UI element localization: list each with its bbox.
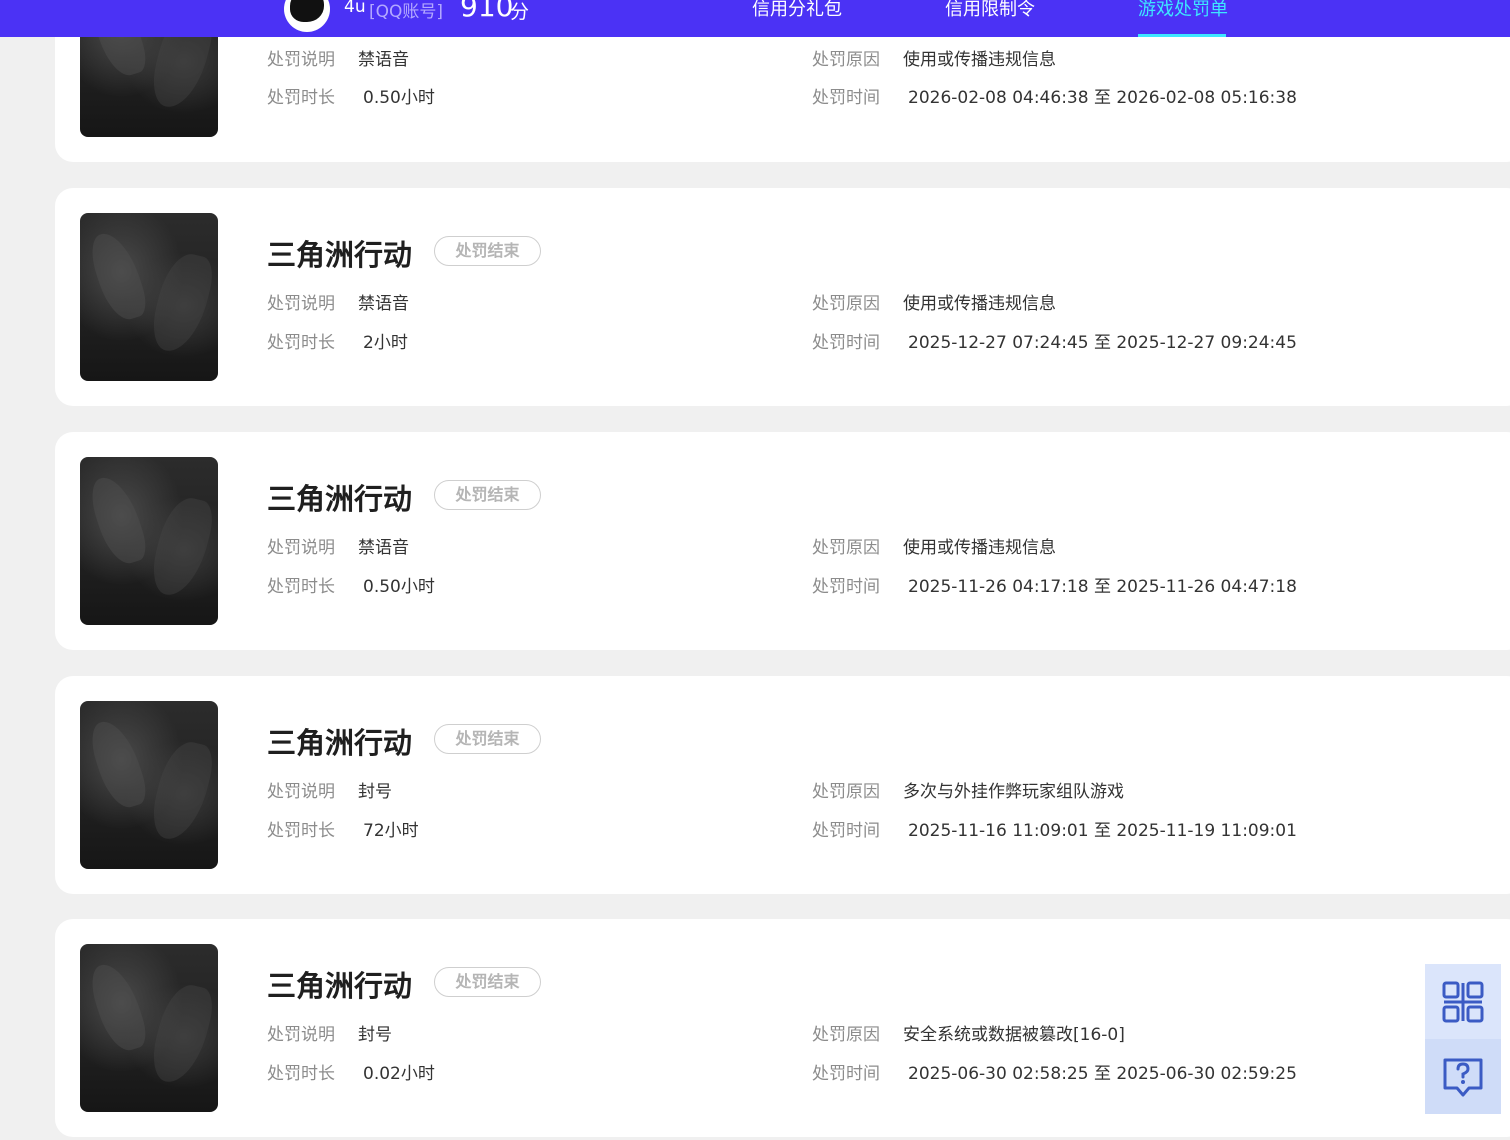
status-badge: 处罚结束	[434, 236, 541, 266]
penalty-reason-value: 多次与外挂作弊玩家组队游戏	[903, 782, 1124, 802]
penalty-record-card: 三角洲行动 处罚结束 处罚说明 封号 处罚时长 0.02小时 处罚原因 安全系统…	[55, 919, 1510, 1137]
penalty-duration-label: 处罚时长	[267, 1064, 335, 1084]
tab-game-penalty[interactable]: 游戏处罚单	[1138, 0, 1228, 21]
penalty-time-value: 2026-02-08 04:46:38 至 2026-02-08 05:16:3…	[908, 88, 1297, 108]
penalty-time-value: 2025-11-26 04:17:18 至 2025-11-26 04:47:1…	[908, 577, 1297, 597]
game-title: 三角洲行动	[267, 726, 413, 760]
penalty-desc-value: 封号	[358, 1025, 392, 1045]
game-thumbnail	[80, 457, 218, 625]
help-feedback-button[interactable]	[1425, 1039, 1501, 1114]
penalty-time-value: 2025-12-27 07:24:45 至 2025-12-27 09:24:4…	[908, 333, 1297, 353]
tab-credit-restriction[interactable]: 信用限制令	[945, 0, 1035, 21]
penalty-reason-label: 处罚原因	[812, 782, 880, 802]
penalty-desc-value: 封号	[358, 782, 392, 802]
floating-side-toolbar	[1425, 964, 1501, 1114]
penalty-reason-value: 安全系统或数据被篡改[16-0]	[903, 1025, 1125, 1045]
help-chat-icon	[1443, 1058, 1483, 1096]
penalty-record-card: 三角洲行动 处罚结束 处罚说明 禁语音 处罚时长 2小时 处罚原因 使用或传播违…	[55, 188, 1510, 406]
game-title: 三角洲行动	[267, 238, 413, 272]
status-badge: 处罚结束	[434, 480, 541, 510]
account-type-label: [QQ账号]	[369, 2, 444, 22]
penalty-time-label: 处罚时间	[812, 821, 880, 841]
top-nav-bar: 4u [QQ账号] 910 分 信用分礼包 信用限制令 游戏处罚单	[0, 0, 1510, 37]
penalty-reason-value: 使用或传播违规信息	[903, 294, 1056, 314]
game-thumbnail	[80, 213, 218, 381]
penalty-duration-label: 处罚时长	[267, 333, 335, 353]
qr-code-icon	[1442, 981, 1484, 1022]
penalty-desc-value: 禁语音	[358, 538, 409, 558]
penalty-duration-value: 0.50小时	[363, 88, 435, 108]
penalty-record-card: 三角洲行动 处罚结束 处罚说明 封号 处罚时长 72小时 处罚原因 多次与外挂作…	[55, 676, 1510, 894]
qr-code-button[interactable]	[1425, 964, 1501, 1039]
status-badge: 处罚结束	[434, 967, 541, 997]
penalty-time-value: 2025-06-30 02:58:25 至 2025-06-30 02:59:2…	[908, 1064, 1297, 1084]
penalty-duration-label: 处罚时长	[267, 821, 335, 841]
penalty-desc-value: 禁语音	[358, 50, 409, 70]
penalty-reason-label: 处罚原因	[812, 294, 880, 314]
penalty-time-label: 处罚时间	[812, 1064, 880, 1084]
penalty-desc-label: 处罚说明	[267, 1025, 335, 1045]
game-thumbnail	[80, 944, 218, 1112]
credit-score: 910	[460, 0, 514, 23]
penalty-desc-label: 处罚说明	[267, 782, 335, 802]
game-thumbnail	[80, 701, 218, 869]
penalty-duration-value: 72小时	[363, 821, 419, 841]
penalty-reason-label: 处罚原因	[812, 50, 880, 70]
status-badge: 处罚结束	[434, 724, 541, 754]
game-title: 三角洲行动	[267, 969, 413, 1003]
penalty-record-card: 三角洲行动 处罚结束 处罚说明 禁语音 处罚时长 0.50小时 处罚原因 使用或…	[55, 432, 1510, 650]
penalty-duration-value: 0.50小时	[363, 577, 435, 597]
penalty-time-label: 处罚时间	[812, 577, 880, 597]
penalty-desc-label: 处罚说明	[267, 538, 335, 558]
penalty-desc-label: 处罚说明	[267, 294, 335, 314]
penalty-reason-label: 处罚原因	[812, 1025, 880, 1045]
penalty-duration-value: 0.02小时	[363, 1064, 435, 1084]
credit-score-unit: 分	[510, 1, 530, 23]
penalty-duration-value: 2小时	[363, 333, 408, 353]
penalty-duration-label: 处罚时长	[267, 88, 335, 108]
penalty-time-value: 2025-11-16 11:09:01 至 2025-11-19 11:09:0…	[908, 821, 1297, 841]
penalty-reason-label: 处罚原因	[812, 538, 880, 558]
active-tab-indicator	[1138, 34, 1226, 37]
game-title: 三角洲行动	[267, 482, 413, 516]
penalty-time-label: 处罚时间	[812, 333, 880, 353]
tab-credit-gift[interactable]: 信用分礼包	[752, 0, 842, 21]
avatar[interactable]	[284, 0, 330, 32]
user-name: 4u	[344, 0, 366, 17]
penalty-reason-value: 使用或传播违规信息	[903, 50, 1056, 70]
penalty-reason-value: 使用或传播违规信息	[903, 538, 1056, 558]
penalty-duration-label: 处罚时长	[267, 577, 335, 597]
penalty-desc-label: 处罚说明	[267, 50, 335, 70]
penalty-time-label: 处罚时间	[812, 88, 880, 108]
penalty-desc-value: 禁语音	[358, 294, 409, 314]
